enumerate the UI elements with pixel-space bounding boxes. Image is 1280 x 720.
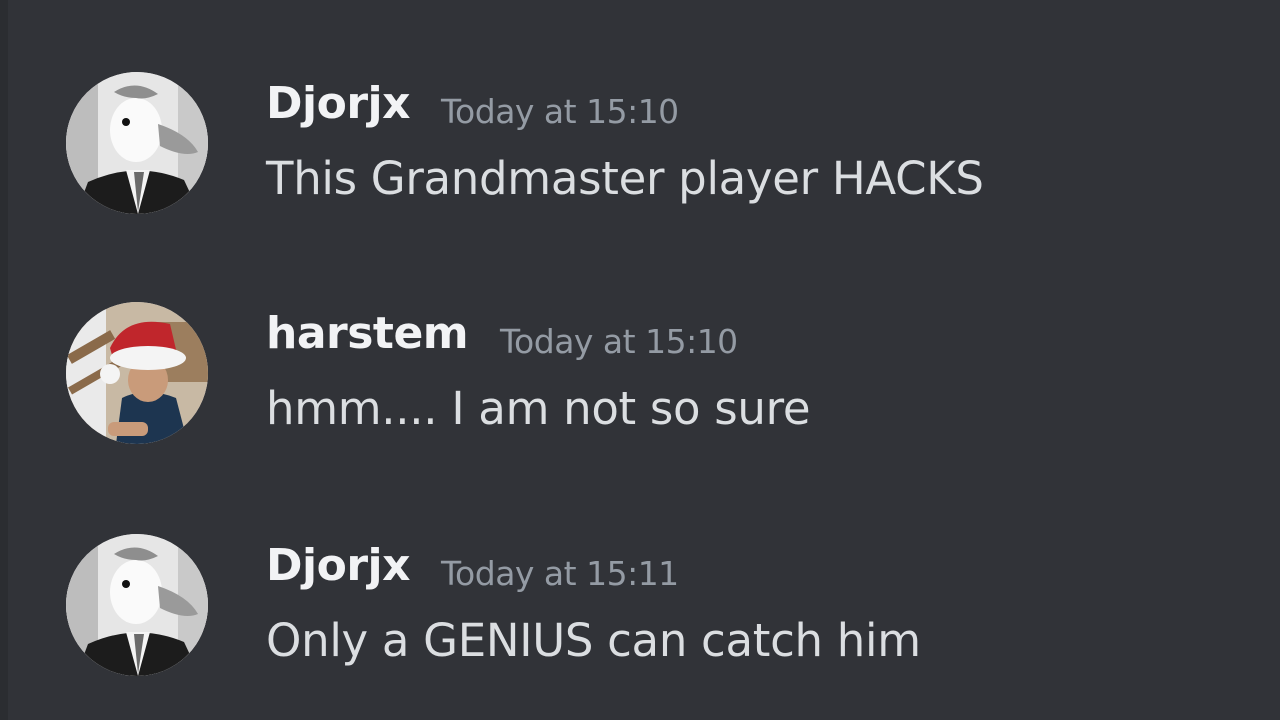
message-text: Only a GENIUS can catch him (266, 614, 921, 667)
goose-in-suit-avatar-icon (66, 72, 208, 214)
username[interactable]: Djorjx (266, 540, 411, 591)
message-item: harstem Today at 15:10 hmm.... I am not … (0, 302, 1280, 492)
user-avatar[interactable] (66, 534, 208, 676)
username[interactable]: harstem (266, 308, 469, 359)
chat-messages: Djorjx Today at 15:10 This Grandmaster p… (0, 0, 1280, 720)
message-timestamp: Today at 15:11 (441, 554, 679, 593)
user-avatar[interactable] (66, 72, 208, 214)
santa-hat-person-avatar-icon (66, 302, 208, 444)
message-text: This Grandmaster player HACKS (266, 152, 984, 205)
message-item: Djorjx Today at 15:10 This Grandmaster p… (0, 72, 1280, 262)
message-item: Djorjx Today at 15:11 Only a GENIUS can … (0, 534, 1280, 720)
message-timestamp: Today at 15:10 (441, 92, 679, 131)
username[interactable]: Djorjx (266, 78, 411, 129)
goose-in-suit-avatar-icon (66, 534, 208, 676)
user-avatar[interactable] (66, 302, 208, 444)
message-text: hmm.... I am not so sure (266, 382, 811, 435)
message-timestamp: Today at 15:10 (500, 322, 738, 361)
